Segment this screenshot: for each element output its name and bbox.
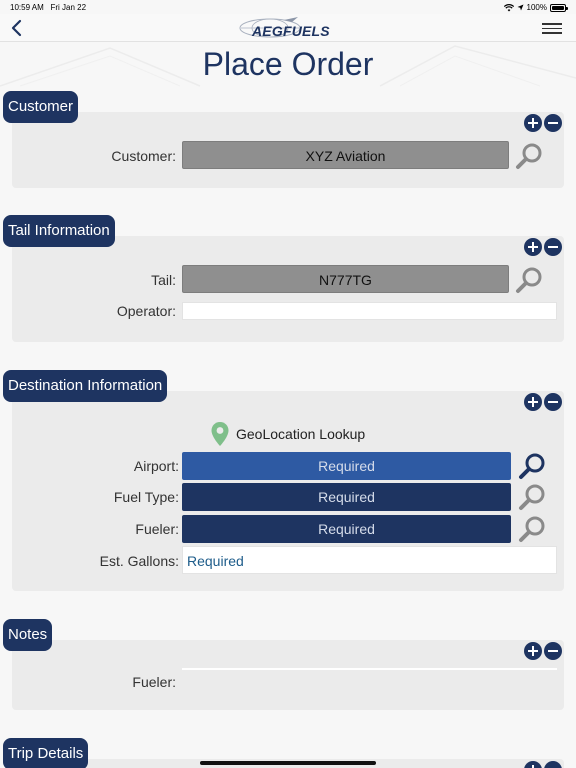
status-bar: 10:59 AM Fri Jan 22 100%	[0, 0, 576, 14]
home-indicator[interactable]	[200, 761, 376, 765]
chevron-left-icon	[11, 19, 22, 37]
airport-search-icon[interactable]	[518, 451, 548, 481]
fueler-field[interactable]: Required	[182, 515, 511, 543]
status-time: 10:59 AM	[10, 3, 44, 12]
tail-section-header: Tail Information	[3, 215, 115, 247]
tail-search-icon[interactable]	[515, 265, 545, 295]
notes-fueler-label: Fueler:	[132, 674, 176, 690]
customer-remove-button[interactable]	[544, 114, 562, 132]
trip-add-button[interactable]	[524, 761, 542, 768]
notes-remove-button[interactable]	[544, 642, 562, 660]
fueler-label: Fueler:	[135, 521, 179, 537]
destination-remove-button[interactable]	[544, 393, 562, 411]
airport-label: Airport:	[133, 458, 179, 474]
customer-add-button[interactable]	[524, 114, 542, 132]
trip-remove-button[interactable]	[544, 761, 562, 768]
status-date: Fri Jan 22	[50, 3, 87, 12]
notes-section-header: Notes	[3, 619, 53, 651]
operator-label: Operator:	[116, 303, 176, 319]
battery-fill	[552, 5, 564, 10]
logo-text: AEGFUELS	[252, 23, 330, 39]
est-gallons-label: Est. Gallons:	[99, 553, 179, 569]
notes-field[interactable]	[182, 668, 557, 670]
fuel-type-field[interactable]: Required	[182, 483, 511, 511]
nav-bar: AEGFUELS	[0, 14, 576, 42]
status-indicators: 100%	[503, 3, 568, 12]
destination-add-button[interactable]	[524, 393, 542, 411]
tail-field[interactable]: N777TG	[182, 265, 509, 293]
customer-section-header: Customer	[3, 91, 79, 123]
customer-search-icon[interactable]	[515, 141, 545, 171]
geolocation-lookup[interactable]: GeoLocation Lookup	[210, 421, 365, 447]
hamburger-menu-icon-bar	[542, 27, 562, 29]
customer-field[interactable]: XYZ Aviation	[182, 141, 509, 169]
battery-percent: 100%	[526, 3, 547, 12]
fuel-type-search-icon[interactable]	[518, 482, 548, 512]
customer-label: Customer:	[111, 148, 176, 164]
airport-field[interactable]: Required	[182, 452, 511, 480]
fuel-type-label: Fuel Type:	[113, 489, 179, 505]
operator-field[interactable]	[182, 302, 557, 320]
menu-button[interactable]	[542, 20, 562, 36]
trip-add-remove	[524, 761, 562, 768]
hamburger-menu-icon-bar	[542, 23, 562, 25]
customer-add-remove	[524, 114, 562, 132]
location-arrow-icon	[517, 4, 524, 11]
trip-section-header: Trip Details	[3, 738, 89, 768]
fueler-search-icon[interactable]	[518, 514, 548, 544]
back-button[interactable]	[8, 17, 28, 39]
notes-add-button[interactable]	[524, 642, 542, 660]
destination-add-remove	[524, 393, 562, 411]
destination-section-header: Destination Information	[3, 370, 168, 402]
battery-icon	[550, 3, 568, 12]
geolocation-lookup-label: GeoLocation Lookup	[236, 426, 366, 442]
status-time-date: 10:59 AM Fri Jan 22	[10, 3, 86, 12]
wifi-icon	[503, 3, 514, 11]
map-pin-icon	[211, 422, 229, 446]
tail-add-button[interactable]	[524, 238, 542, 256]
hamburger-menu-icon-bar	[542, 32, 562, 34]
notes-add-remove	[524, 642, 562, 660]
logo: AEGFUELS	[236, 16, 340, 40]
tail-label: Tail:	[151, 272, 176, 288]
tail-add-remove	[524, 238, 562, 256]
tail-remove-button[interactable]	[544, 238, 562, 256]
page-title: Place Order	[202, 46, 374, 82]
est-gallons-field[interactable]: Required	[182, 546, 557, 574]
